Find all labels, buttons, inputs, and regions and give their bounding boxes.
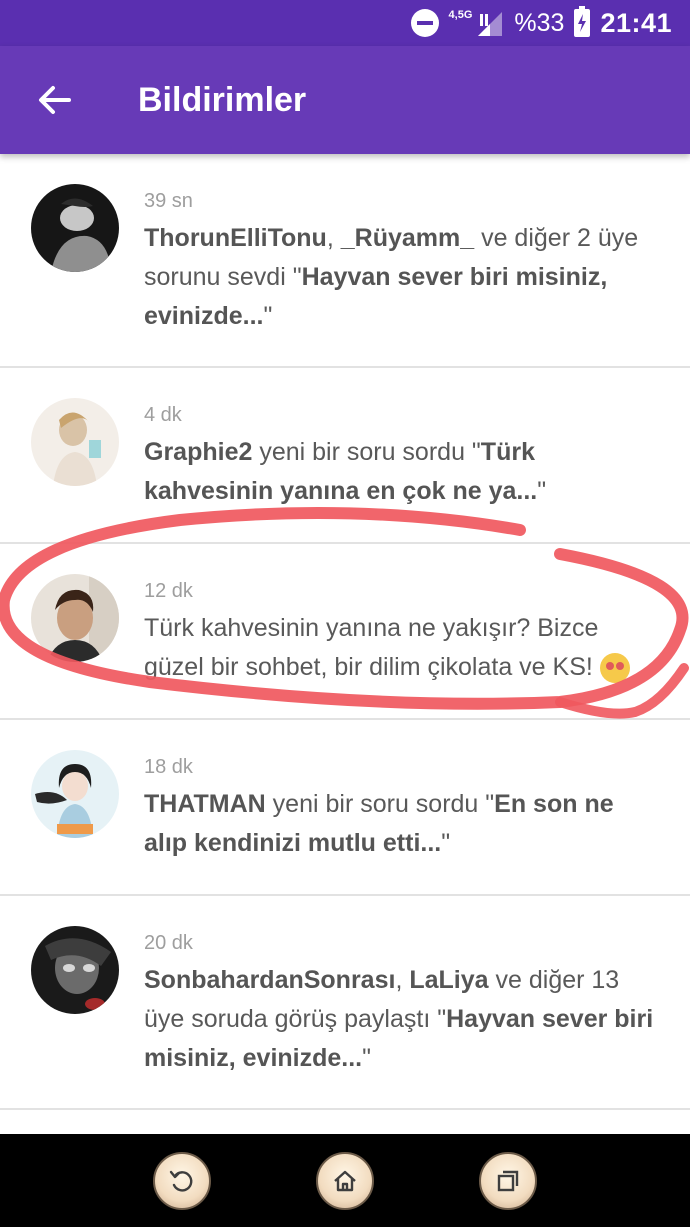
notification-text: ThorunElliTonu, _Rüyamm_ ve diğer 2 üye … bbox=[144, 224, 639, 330]
username[interactable]: ThorunElliTonu bbox=[144, 224, 327, 252]
status-bar: 4,5G %33 21:41 bbox=[0, 0, 690, 46]
notification-text: THATMAN yeni bir soru sordu "En son ne a… bbox=[144, 790, 614, 857]
notification-content: 12 dk Türk kahvesinin yanına ne yakışır?… bbox=[144, 580, 660, 687]
app-bar: Bildirimler bbox=[0, 46, 690, 154]
notification-item[interactable]: 20 dk SonbahardanSonrası, LaLiya ve diğe… bbox=[0, 896, 690, 1110]
page-title: Bildirimler bbox=[138, 80, 307, 119]
notification-time: 20 dk bbox=[144, 932, 193, 954]
username[interactable]: Graphie2 bbox=[144, 438, 252, 466]
notification-content: 4 dk Graphie2 yeni bir soru sordu "Türk … bbox=[144, 404, 660, 511]
avatar bbox=[31, 750, 119, 838]
notification-time: 12 dk bbox=[144, 580, 193, 602]
avatar bbox=[31, 926, 119, 1014]
back-icon bbox=[169, 1170, 193, 1192]
notification-content: 20 dk SonbahardanSonrası, LaLiya ve diğe… bbox=[144, 932, 660, 1078]
notification-item[interactable]: 39 sn ThorunElliTonu, _Rüyamm_ ve diğer … bbox=[0, 154, 690, 368]
notification-text: SonbahardanSonrası, LaLiya ve diğer 13 ü… bbox=[144, 966, 654, 1072]
navigation-bar bbox=[0, 1134, 690, 1227]
clock: 21:41 bbox=[600, 7, 672, 38]
notification-content: 39 sn ThorunElliTonu, _Rüyamm_ ve diğer … bbox=[144, 190, 660, 336]
network-type: 4,5G bbox=[448, 9, 473, 21]
notification-time: 4 dk bbox=[144, 404, 182, 426]
notification-list: 39 sn ThorunElliTonu, _Rüyamm_ ve diğer … bbox=[0, 154, 690, 1110]
recent-apps-icon bbox=[498, 1170, 519, 1191]
notification-text: Graphie2 yeni bir soru sordu "Türk kahve… bbox=[144, 438, 547, 505]
battery-percent: %33 bbox=[514, 8, 565, 37]
notification-item[interactable]: 12 dk Türk kahvesinin yanına ne yakışır?… bbox=[0, 544, 690, 720]
avatar bbox=[31, 184, 119, 272]
arrow-left-icon bbox=[39, 86, 71, 114]
home-nav-button[interactable] bbox=[315, 1151, 374, 1210]
notification-time: 18 dk bbox=[144, 756, 193, 778]
avatar bbox=[31, 574, 119, 662]
recent-apps-nav-button[interactable] bbox=[479, 1151, 538, 1210]
home-icon bbox=[334, 1170, 356, 1191]
notification-content: 18 dk THATMAN yeni bir soru sordu "En so… bbox=[144, 756, 660, 863]
battery-icon bbox=[574, 6, 591, 37]
do-not-disturb-icon bbox=[410, 9, 439, 37]
signal-icon bbox=[476, 10, 504, 36]
back-button[interactable] bbox=[0, 46, 108, 154]
notification-item[interactable]: 4 dk Graphie2 yeni bir soru sordu "Türk … bbox=[0, 368, 690, 544]
back-nav-button[interactable] bbox=[152, 1151, 211, 1210]
username[interactable]: _Rüyamm_ bbox=[341, 224, 474, 252]
username[interactable]: LaLiya bbox=[409, 966, 488, 994]
notification-item[interactable]: 18 dk THATMAN yeni bir soru sordu "En so… bbox=[0, 720, 690, 896]
heart-eyes-emoji-icon bbox=[599, 653, 630, 684]
notification-time: 39 sn bbox=[144, 190, 193, 212]
avatar bbox=[31, 398, 119, 486]
username[interactable]: THATMAN bbox=[144, 790, 266, 818]
username[interactable]: SonbahardanSonrası bbox=[144, 966, 395, 994]
notification-text: Türk kahvesinin yanına ne yakışır? Bizce… bbox=[144, 609, 660, 687]
